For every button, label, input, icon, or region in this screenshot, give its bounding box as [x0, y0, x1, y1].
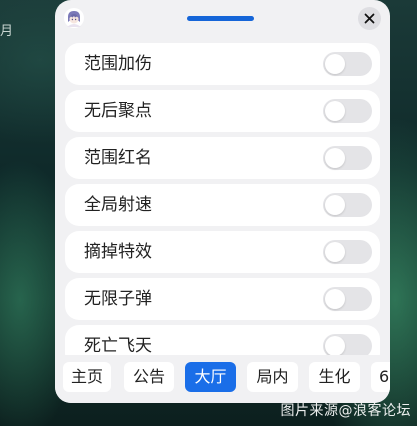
close-button[interactable]: [358, 7, 381, 30]
feature-toggle[interactable]: [323, 193, 372, 217]
feature-label: 范围加伤: [84, 54, 152, 74]
feature-label: 无后聚点: [84, 101, 152, 121]
bottom-tab-bar: 主页 公告 大厅 局内 生化 6: [55, 356, 390, 403]
feature-row-infinite-ammo: 无限子弹: [65, 278, 380, 320]
toggle-knob: [325, 54, 345, 74]
tab-lobby[interactable]: 大厅: [185, 362, 236, 392]
panel-header: [55, 0, 390, 38]
feature-label: 摘掉特效: [84, 242, 152, 262]
feature-label: 死亡飞天: [84, 336, 152, 355]
feature-toggle[interactable]: [323, 240, 372, 264]
feature-toggle[interactable]: [323, 334, 372, 355]
toggle-knob: [325, 148, 345, 168]
tab-zombie[interactable]: 生化: [309, 362, 360, 392]
close-icon: [364, 13, 375, 24]
feature-row-no-recoil: 无后聚点: [65, 90, 380, 132]
feature-toggle[interactable]: [323, 52, 372, 76]
tab-announcement[interactable]: 公告: [124, 362, 174, 392]
tab-home[interactable]: 主页: [63, 362, 111, 392]
toggle-knob: [325, 336, 345, 355]
feature-label: 无限子弹: [84, 289, 152, 309]
toggle-knob: [325, 195, 345, 215]
feature-list[interactable]: 范围加伤 无后聚点 范围红名 全局射速 摘掉特效 无限子弹 死亡飞天: [65, 43, 380, 355]
feature-row-remove-effects: 摘掉特效: [65, 231, 380, 273]
cheat-menu-panel: 范围加伤 无后聚点 范围红名 全局射速 摘掉特效 无限子弹 死亡飞天 主页 公告…: [55, 0, 390, 403]
feature-toggle[interactable]: [323, 99, 372, 123]
tab-in-match[interactable]: 局内: [247, 362, 298, 392]
drag-handle[interactable]: [187, 16, 254, 21]
feature-toggle[interactable]: [323, 146, 372, 170]
feature-row-range-damage: 范围加伤: [65, 43, 380, 85]
toggle-knob: [325, 101, 345, 121]
feature-toggle[interactable]: [323, 287, 372, 311]
background-partial-text: 月: [0, 24, 14, 39]
tab-more[interactable]: 6: [371, 362, 390, 392]
toggle-knob: [325, 242, 345, 262]
feature-row-range-red-name: 范围红名: [65, 137, 380, 179]
toggle-knob: [325, 289, 345, 309]
feature-row-death-fly: 死亡飞天: [65, 325, 380, 355]
feature-row-global-fire-rate: 全局射速: [65, 184, 380, 226]
source-watermark: 图片来源@浪客论坛: [280, 403, 411, 419]
feature-label: 全局射速: [84, 195, 152, 215]
feature-label: 范围红名: [84, 148, 152, 168]
avatar-icon[interactable]: [64, 8, 84, 28]
